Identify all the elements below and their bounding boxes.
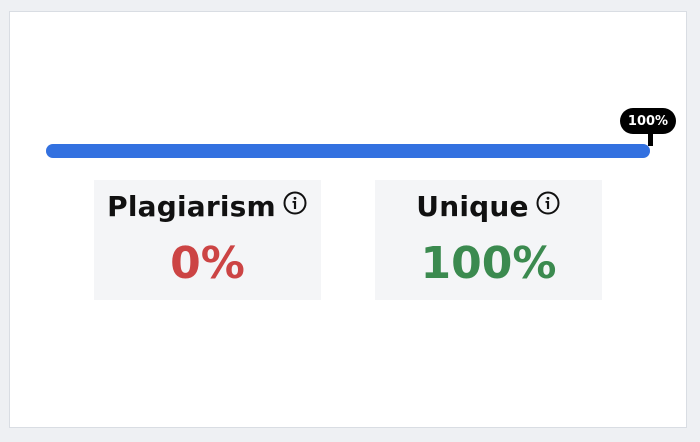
unique-label: Unique bbox=[416, 189, 529, 223]
progress-bar bbox=[46, 144, 650, 158]
plagiarism-value: 0% bbox=[170, 238, 245, 289]
progress-marker-stem bbox=[648, 132, 653, 146]
progress-marker-label: 100% bbox=[620, 108, 676, 134]
plagiarism-label: Plagiarism bbox=[107, 189, 276, 223]
progress-bar-fill bbox=[46, 144, 650, 158]
info-icon[interactable] bbox=[535, 190, 561, 216]
plagiarism-label-row: Plagiarism bbox=[94, 186, 321, 226]
unique-label-row: Unique bbox=[375, 186, 602, 226]
info-icon[interactable] bbox=[282, 190, 308, 216]
unique-value: 100% bbox=[420, 238, 557, 289]
unique-stat: Unique 100% bbox=[375, 180, 602, 300]
plagiarism-stat: Plagiarism 0% bbox=[94, 180, 321, 300]
progress-marker: 100% bbox=[620, 108, 680, 148]
